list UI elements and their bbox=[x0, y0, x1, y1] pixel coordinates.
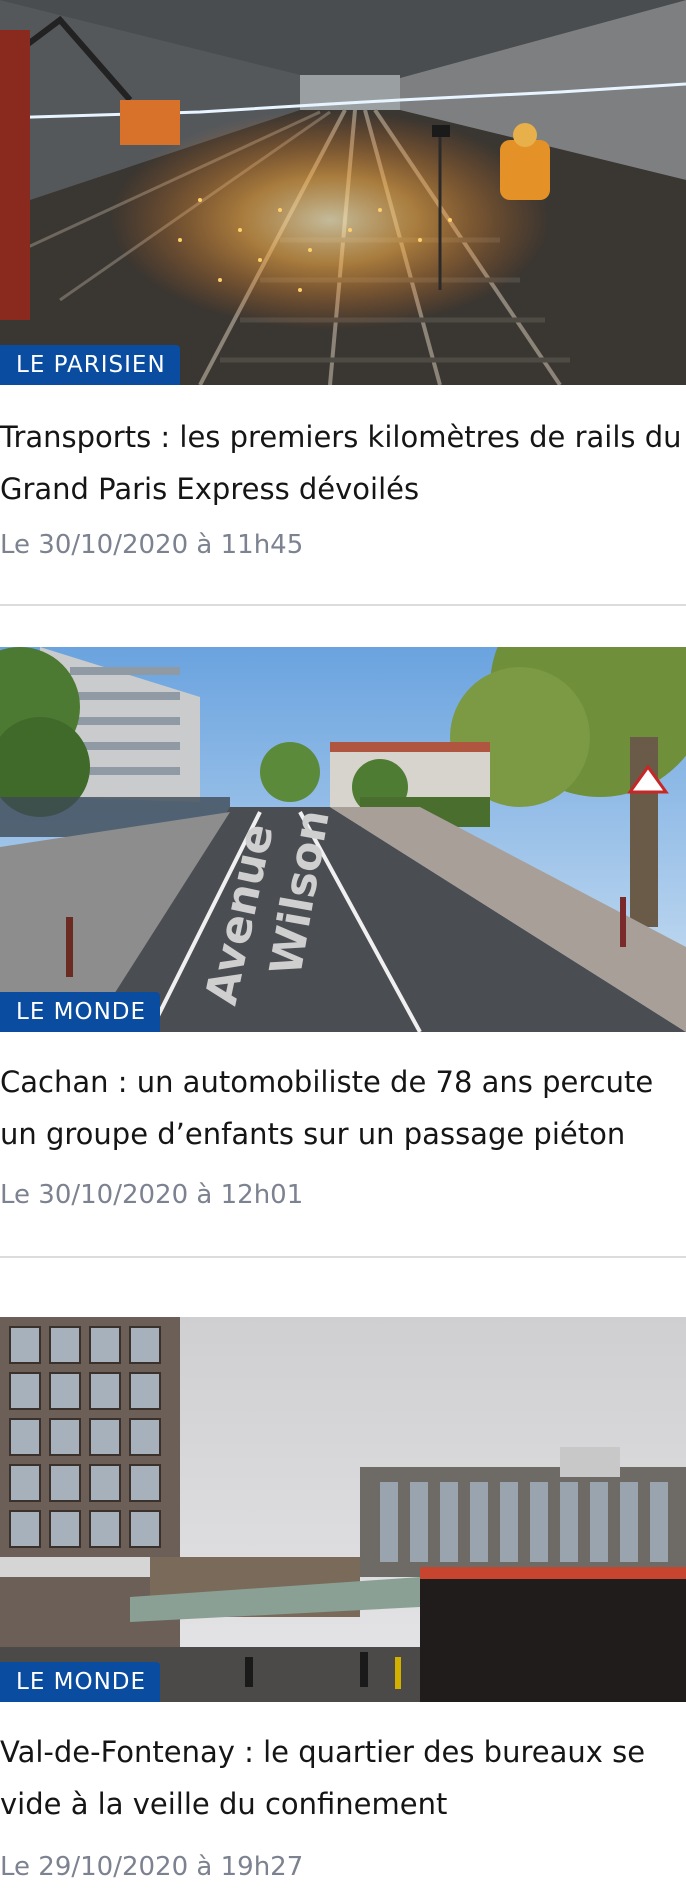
tunnel-construction-photo bbox=[0, 0, 686, 385]
article-thumbnail[interactable]: LE MONDE bbox=[0, 1317, 686, 1702]
divider bbox=[0, 1256, 686, 1258]
source-badge: LE PARISIEN bbox=[0, 345, 180, 385]
article-card[interactable]: Avenue Wilson LE MONDE Cachan : un autom… bbox=[0, 647, 686, 1258]
article-date: Le 29/10/2020 à 19h27 bbox=[0, 1852, 304, 1882]
article-date: Le 30/10/2020 à 12h01 bbox=[0, 1180, 304, 1210]
news-feed: LE PARISIEN Transports : les premiers ki… bbox=[0, 0, 686, 1884]
article-thumbnail[interactable]: Avenue Wilson LE MONDE bbox=[0, 647, 686, 1032]
office-district-photo bbox=[0, 1317, 686, 1702]
article-title[interactable]: Cachan : un automobiliste de 78 ans perc… bbox=[0, 1032, 686, 1160]
article-title[interactable]: Val-de-Fontenay : le quartier des bureau… bbox=[0, 1702, 686, 1830]
article-date: Le 30/10/2020 à 11h45 bbox=[0, 530, 304, 560]
article-thumbnail[interactable]: LE PARISIEN bbox=[0, 0, 686, 385]
source-badge: LE MONDE bbox=[0, 1662, 161, 1702]
source-badge: LE MONDE bbox=[0, 992, 161, 1032]
street-avenue-photo: Avenue Wilson bbox=[0, 647, 686, 1032]
article-card[interactable]: LE PARISIEN Transports : les premiers ki… bbox=[0, 0, 686, 606]
article-title[interactable]: Transports : les premiers kilomètres de … bbox=[0, 385, 686, 515]
article-card[interactable]: LE MONDE Val-de-Fontenay : le quartier d… bbox=[0, 1317, 686, 1884]
divider bbox=[0, 604, 686, 606]
